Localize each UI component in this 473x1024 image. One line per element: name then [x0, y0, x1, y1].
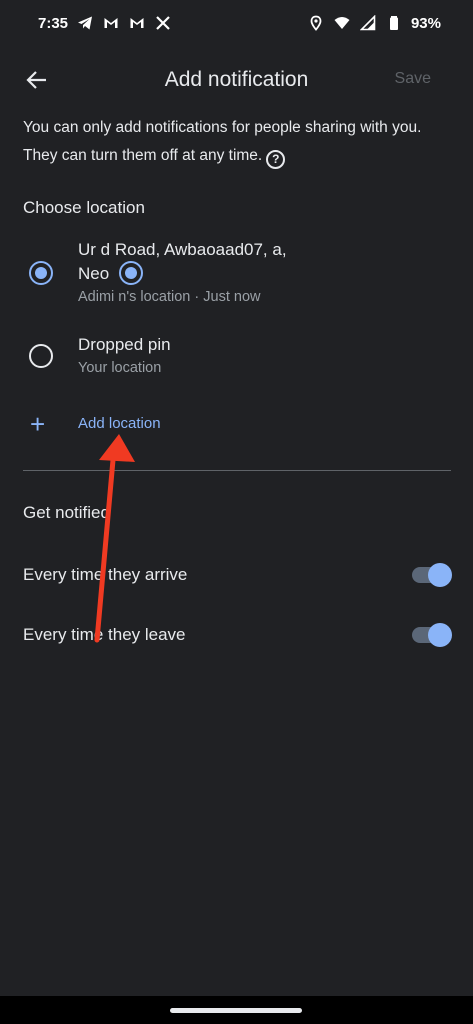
navigation-gesture-bar: [0, 996, 473, 1024]
radio-current-location[interactable]: [29, 261, 53, 285]
gesture-handle[interactable]: [170, 1008, 302, 1013]
location-subtitle: Adimi n's location · Just now: [78, 289, 261, 305]
x-icon: [154, 14, 172, 32]
intro-text-content: You can only add notifications for peopl…: [23, 119, 422, 164]
location-title-line2: Neo: [78, 264, 110, 283]
status-bar: 7:35 93%: [0, 0, 473, 46]
dropped-pin-subtitle: Your location: [78, 360, 162, 376]
arrive-toggle[interactable]: [412, 563, 452, 587]
add-location-button[interactable]: + Add location: [0, 408, 473, 440]
dropped-pin-title: Dropped pin: [78, 335, 171, 354]
toggle-thumb: [428, 623, 452, 647]
gmail-icon: [102, 14, 120, 32]
telegram-icon: [76, 14, 94, 32]
plus-icon: +: [30, 409, 46, 439]
status-time: 7:35: [38, 14, 69, 32]
leave-toggle-label: Every time they leave: [23, 625, 186, 644]
radio-dropped-pin[interactable]: [29, 344, 53, 368]
app-bar: Add notification Save: [0, 56, 473, 104]
wifi-icon: [333, 14, 351, 32]
intro-text: You can only add notifications for peopl…: [23, 114, 443, 170]
signal-icon: [359, 14, 377, 32]
arrive-toggle-row[interactable]: Every time they arrive: [0, 555, 473, 595]
help-icon[interactable]: ?: [266, 149, 286, 169]
leave-toggle[interactable]: [412, 623, 452, 647]
gmail-icon: [128, 14, 146, 32]
leave-toggle-row[interactable]: Every time they leave: [0, 615, 473, 655]
save-button[interactable]: Save: [395, 70, 431, 88]
choose-location-heading: Choose location: [23, 198, 145, 217]
arrive-toggle-label: Every time they arrive: [23, 565, 188, 584]
radio-artifact: [119, 261, 143, 285]
location-icon: [307, 14, 325, 32]
location-title-line1: Ur d Road, Awbaoaad07, a,: [78, 240, 287, 259]
add-location-label: Add location: [78, 415, 161, 432]
divider: [23, 470, 451, 471]
toggle-thumb: [428, 563, 452, 587]
get-notified-heading: Get notified: [23, 503, 110, 522]
battery-icon: [385, 14, 403, 32]
battery-percent: 93%: [410, 14, 441, 32]
